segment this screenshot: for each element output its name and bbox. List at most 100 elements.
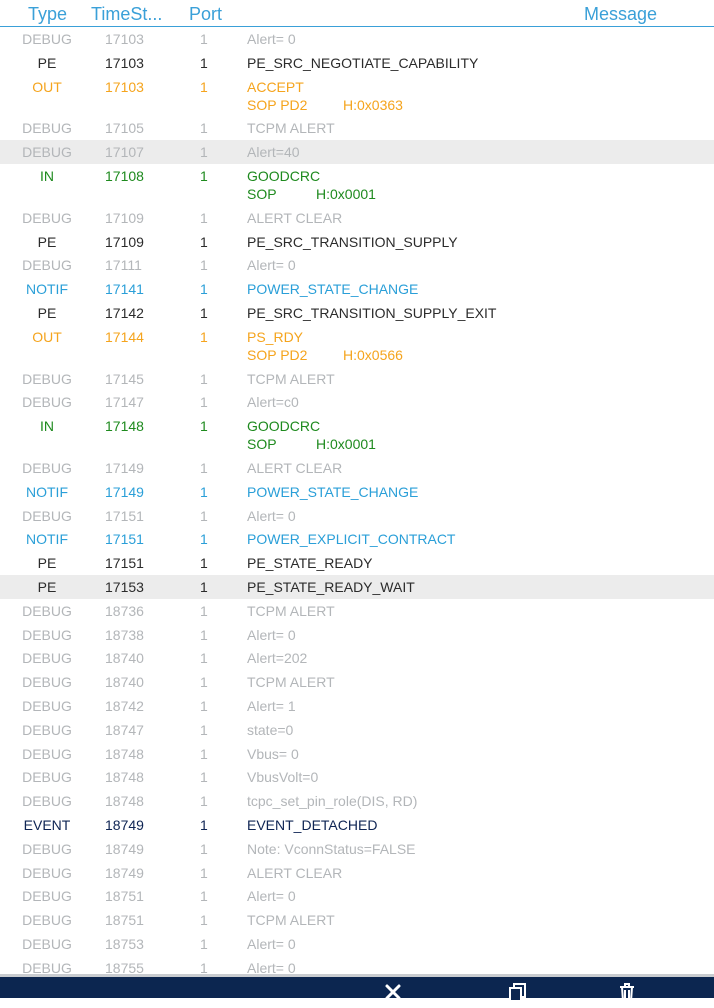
log-row[interactable]: PE 17103 1 PE_SRC_NEGOTIATE_CAPABILITY [0,51,714,75]
log-port: 1 [200,626,208,643]
log-type: PE [37,54,57,71]
log-type: IN [40,418,54,435]
column-header-timestamp[interactable]: TimeSt... [91,4,162,25]
log-sop-type: SOP [247,436,277,453]
log-row[interactable]: DEBUG 18736 1 TCPM ALERT [0,599,714,623]
log-port: 1 [200,507,208,524]
log-timestamp: 17151 [105,531,144,548]
log-type: DEBUG [22,144,72,161]
log-port: 1 [200,531,208,548]
log-port: 1 [200,394,208,411]
log-type: NOTIF [26,531,68,548]
log-message: Alert= 0 [247,626,296,643]
delete-button[interactable] [616,981,638,1003]
log-port: 1 [200,257,208,274]
log-row[interactable]: DEBUG 17111 1 Alert= 0 [0,253,714,277]
log-timestamp: 18749 [105,864,144,881]
log-row[interactable]: DEBUG 18748 1 tcpc_set_pin_role(DIS, RD) [0,789,714,813]
log-timestamp: 17109 [105,233,144,250]
log-row[interactable]: IN 17108 1 GOODCRC SOP H:0x0001 [0,164,714,206]
log-type: DEBUG [22,769,72,786]
log-port: 1 [200,233,208,250]
log-port: 1 [200,304,208,321]
log-timestamp: 18751 [105,888,144,905]
log-type: DEBUG [22,257,72,274]
log-row[interactable]: IN 17148 1 GOODCRC SOP H:0x0001 [0,414,714,456]
log-type: DEBUG [22,888,72,905]
log-header-value: H:0x0001 [316,436,376,453]
log-timestamp: 18742 [105,697,144,714]
column-header-port[interactable]: Port [189,4,222,25]
log-row[interactable]: DEBUG 17103 1 Alert= 0 [0,27,714,51]
log-message: ALERT CLEAR [247,459,343,476]
log-port: 1 [200,328,208,345]
column-header-message[interactable]: Message [584,4,657,25]
log-row[interactable]: PE 17109 1 PE_SRC_TRANSITION_SUPPLY [0,230,714,254]
log-row[interactable]: DEBUG 18749 1 ALERT CLEAR [0,861,714,885]
log-row[interactable]: PE 17142 1 PE_SRC_TRANSITION_SUPPLY_EXIT [0,301,714,325]
log-message: Alert=40 [247,144,300,161]
log-row[interactable]: DEBUG 17105 1 TCPM ALERT [0,116,714,140]
log-row[interactable]: DEBUG 17147 1 Alert=c0 [0,390,714,414]
log-type: DEBUG [22,31,72,47]
log-port: 1 [200,144,208,161]
log-port: 1 [200,888,208,905]
log-timestamp: 17103 [105,78,144,95]
log-port: 1 [200,840,208,857]
log-type: NOTIF [26,281,68,298]
log-row[interactable]: DEBUG 18740 1 TCPM ALERT [0,670,714,694]
log-row[interactable]: DEBUG 18738 1 Alert= 0 [0,623,714,647]
log-type: DEBUG [22,626,72,643]
log-row[interactable]: EVENT 18749 1 EVENT_DETACHED [0,813,714,837]
log-row[interactable]: OUT 17144 1 PS_RDY SOP PD2 H:0x0566 [0,325,714,367]
log-row[interactable]: NOTIF 17151 1 POWER_EXPLICIT_CONTRACT [0,527,714,551]
log-row[interactable]: DEBUG 18748 1 VbusVolt=0 [0,765,714,789]
log-timestamp: 18738 [105,626,144,643]
log-timestamp: 18749 [105,840,144,857]
log-row[interactable]: DEBUG 18740 1 Alert=202 [0,646,714,670]
log-message: TCPM ALERT [247,912,335,929]
log-row[interactable]: DEBUG 18747 1 state=0 [0,718,714,742]
log-type: NOTIF [26,483,68,500]
log-row[interactable]: DEBUG 18751 1 Alert= 0 [0,884,714,908]
log-row[interactable]: DEBUG 17149 1 ALERT CLEAR [0,456,714,480]
log-message: POWER_STATE_CHANGE [247,281,419,298]
log-message: ALERT CLEAR [247,864,343,881]
log-row[interactable]: PE 17153 1 PE_STATE_READY_WAIT [0,574,714,599]
log-row[interactable]: DEBUG 17109 1 ALERT CLEAR [0,206,714,230]
log-row[interactable]: PE 17151 1 PE_STATE_READY [0,551,714,575]
log-list[interactable]: DEBUG 17103 1 Alert= 0 PE 17103 1 PE_SRC_NEGOTI… [0,27,714,979]
log-port: 1 [200,816,208,833]
copy-button[interactable] [507,981,529,1003]
log-row[interactable]: DEBUG 17145 1 TCPM ALERT [0,367,714,391]
log-timestamp: 17144 [105,328,144,345]
log-type: DEBUG [22,459,72,476]
log-header-value: H:0x0001 [316,185,376,202]
log-message: Alert= 0 [247,888,296,905]
log-timestamp: 18740 [105,650,144,667]
log-row[interactable]: DEBUG 17151 1 Alert= 0 [0,504,714,528]
log-port: 1 [200,674,208,691]
log-sop-type: SOP PD2 [247,346,308,363]
log-row[interactable]: DEBUG 17107 1 Alert=40 [0,140,714,164]
log-message: GOODCRC [247,167,321,184]
log-timestamp: 18753 [105,935,144,952]
log-timestamp: 18736 [105,602,144,619]
log-row[interactable]: OUT 17103 1 ACCEPT SOP PD2 H:0x0363 [0,75,714,117]
log-row[interactable]: NOTIF 17149 1 POWER_STATE_CHANGE [0,480,714,504]
log-row[interactable]: DEBUG 18751 1 TCPM ALERT [0,908,714,932]
log-type: DEBUG [22,697,72,714]
close-button[interactable] [382,981,404,1003]
log-timestamp: 17103 [105,54,144,71]
log-timestamp: 17148 [105,418,144,435]
log-port: 1 [200,54,208,71]
column-header-type[interactable]: Type [28,4,67,25]
log-row[interactable]: DEBUG 18749 1 Note: VconnStatus=FALSE [0,837,714,861]
log-row[interactable]: DEBUG 18748 1 Vbus= 0 [0,742,714,766]
log-port: 1 [200,209,208,226]
log-row[interactable]: DEBUG 18742 1 Alert= 1 [0,694,714,718]
log-message: Alert= 1 [247,697,296,714]
log-row[interactable]: DEBUG 18753 1 Alert= 0 [0,932,714,956]
log-timestamp: 17149 [105,459,144,476]
log-row[interactable]: NOTIF 17141 1 POWER_STATE_CHANGE [0,277,714,301]
